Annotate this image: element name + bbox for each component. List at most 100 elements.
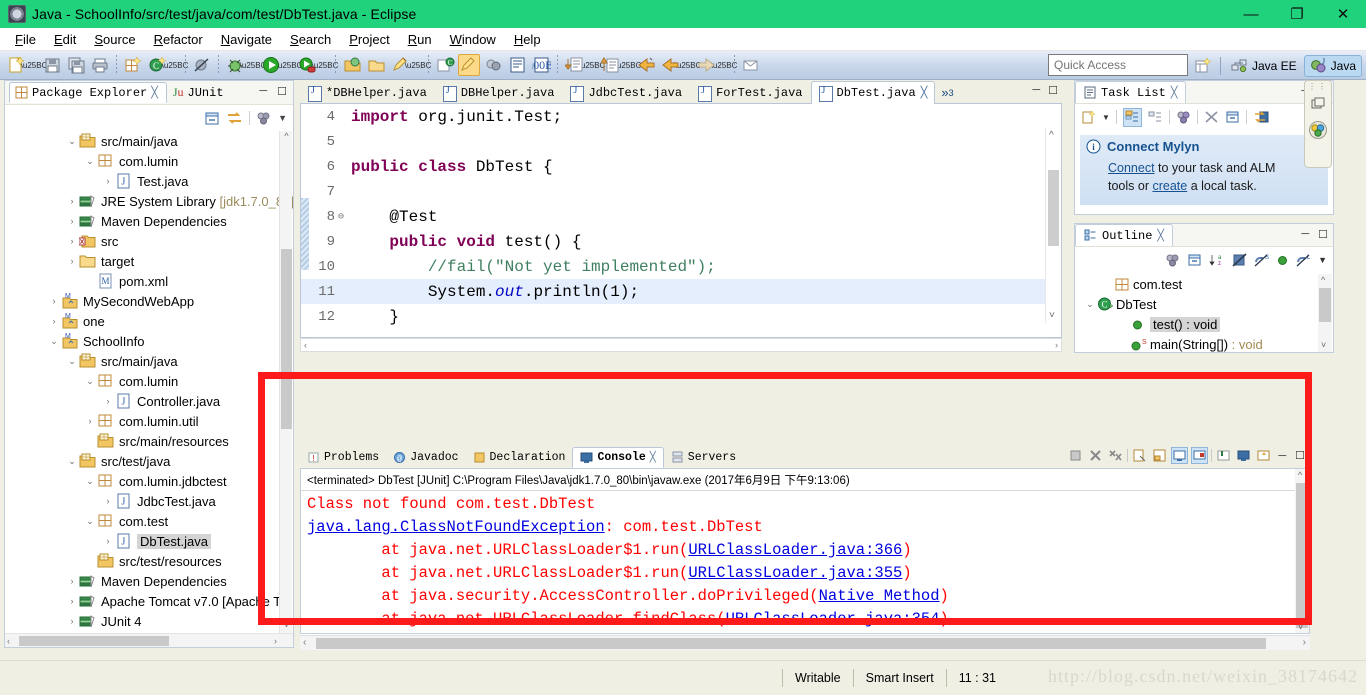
outline-item[interactable]: com.test	[1075, 274, 1333, 294]
editor-vscrollbar[interactable]: ^ ˅	[1045, 128, 1061, 323]
collapse-all-icon[interactable]	[1225, 110, 1240, 124]
new-wizard-dropdown-icon[interactable]: \u25BC	[21, 54, 48, 76]
view-menu-icon[interactable]	[256, 111, 272, 126]
run-icon[interactable]	[260, 54, 282, 76]
quick-access-input[interactable]	[1048, 54, 1188, 76]
code-lines[interactable]: 4 import org.junit.Test; 5 6 public class Db…	[301, 104, 1061, 329]
perspective-java[interactable]: J Java	[1303, 54, 1362, 77]
view-menu-down-icon[interactable]: ▼	[278, 113, 287, 123]
console-tab-problems[interactable]: ! Problems	[300, 447, 386, 468]
menu-item-run[interactable]: Run	[399, 30, 441, 49]
tree-item[interactable]: › JUnit 4	[5, 611, 293, 631]
open-perspective-icon[interactable]	[1192, 55, 1214, 77]
connect-link[interactable]: Connect	[1108, 161, 1155, 175]
expand-arrow-icon[interactable]: ⌄	[83, 516, 97, 527]
expand-arrow-icon[interactable]: ⌄	[83, 476, 97, 487]
expand-arrow-icon[interactable]: ›	[65, 596, 79, 606]
toggle-mark-occurrences-active-icon[interactable]	[458, 54, 480, 76]
tree-item[interactable]: ⌄ src/test/java	[5, 451, 293, 471]
collapse-all-icon[interactable]	[1187, 253, 1202, 267]
tree-item[interactable]: › M MySecondWebApp	[5, 291, 293, 311]
expand-arrow-icon[interactable]: ⌄	[83, 376, 97, 387]
console-tab-javadoc[interactable]: @ Javadoc	[386, 447, 465, 468]
mark-occurrences-dropdown-icon[interactable]: \u25BC	[405, 54, 432, 76]
last-edit-location-icon[interactable]	[635, 54, 657, 76]
print-icon[interactable]	[89, 54, 111, 76]
expand-arrow-icon[interactable]: ⌄	[65, 136, 79, 147]
scheduled-presentation-icon[interactable]	[1148, 110, 1163, 124]
expand-arrow-icon[interactable]: ›	[101, 176, 115, 186]
tree-item[interactable]: › Maven Dependencies	[5, 571, 293, 591]
menu-item-source[interactable]: Source	[85, 30, 144, 49]
run-external-tools-icon[interactable]	[296, 54, 318, 76]
view-menu-icon[interactable]	[1165, 253, 1180, 267]
tree-item[interactable]: › J JdbcTest.java	[5, 491, 293, 511]
close-icon[interactable]: ╳	[921, 86, 928, 100]
new-java-project-icon[interactable]: C	[434, 54, 456, 76]
tree-item[interactable]: ⌄ src/main/java	[5, 131, 293, 151]
expand-arrow-icon[interactable]: ›	[47, 296, 61, 306]
tree-item[interactable]: › com.lumin.util	[5, 411, 293, 431]
stack-trace-link[interactable]: URLClassLoader.java:366	[688, 541, 902, 559]
tree-item[interactable]: ⌄ com.lumin	[5, 371, 293, 391]
previous-annotation-dropdown-icon[interactable]: \u25BC	[615, 54, 642, 76]
package-explorer-tree[interactable]: ⌄ src/main/java ⌄ com.lumin › J Test.java › JRE …	[5, 131, 293, 633]
toggle-mark-occurrences-icon[interactable]	[389, 54, 411, 76]
menu-item-window[interactable]: Window	[441, 30, 505, 49]
maximize-editor-icon[interactable]: ☐	[1048, 84, 1058, 97]
menu-item-project[interactable]: Project	[340, 30, 398, 49]
previous-annotation-icon[interactable]	[599, 54, 621, 76]
open-type-icon[interactable]	[341, 54, 363, 76]
back-dropdown-icon[interactable]: \u25BC	[675, 54, 702, 76]
editor-tab-dbtestjava[interactable]: DbTest.java ╳	[810, 81, 936, 104]
view-menu-down-icon[interactable]: ▼	[1318, 255, 1327, 265]
console-tab-servers[interactable]: Servers	[664, 447, 743, 468]
categorized-presentation-icon[interactable]	[1122, 107, 1142, 127]
link-with-editor-icon[interactable]	[226, 111, 243, 126]
code-line[interactable]: 6 public class DbTest {	[301, 154, 1061, 179]
tree-item[interactable]: ⌄ com.test	[5, 511, 293, 531]
minimize-button[interactable]: —	[1228, 0, 1274, 28]
expand-arrow-icon[interactable]: ›	[65, 236, 79, 246]
new-task-icon[interactable]	[1081, 110, 1096, 125]
next-annotation-dropdown-icon[interactable]: \u25BC	[579, 54, 606, 76]
expand-arrow-icon[interactable]: ›	[65, 216, 79, 226]
forward-dropdown-icon[interactable]: \u25BC	[711, 54, 738, 76]
tab-junit[interactable]: Ju JUnit	[167, 82, 233, 103]
code-line[interactable]: 7	[301, 179, 1061, 204]
editor-tab-dbhelperjava[interactable]: *DBHelper.java	[300, 81, 435, 104]
close-button[interactable]: ✕	[1320, 0, 1366, 28]
minimize-editor-icon[interactable]: ─	[1032, 84, 1040, 97]
menu-item-refactor[interactable]: Refactor	[145, 30, 212, 49]
external-tools-dropdown-icon[interactable]: \u25BC	[312, 54, 339, 76]
close-icon[interactable]: ╳	[151, 86, 158, 100]
maximize-view-icon[interactable]: ☐	[277, 85, 287, 98]
console-tab-console[interactable]: Console ╳	[572, 447, 664, 468]
show-formatting-marks-icon[interactable]: \u00B6	[530, 54, 552, 76]
code-line[interactable]: 4 import org.junit.Test;	[301, 104, 1061, 129]
tree-item[interactable]: › Mone	[5, 311, 293, 331]
new-class-dropdown-icon[interactable]: \u25BC	[162, 54, 189, 76]
minimize-view-icon[interactable]: ─	[1301, 228, 1309, 241]
package-explorer-hscrollbar[interactable]: ‹ ›	[5, 633, 293, 647]
collapse-all-icon[interactable]	[204, 111, 220, 126]
expand-arrow-icon[interactable]: ›	[65, 576, 79, 586]
save-icon[interactable]	[41, 54, 63, 76]
drag-handle[interactable]: ⋮⋮	[1305, 81, 1331, 91]
expand-arrow-icon[interactable]: ⌄	[65, 456, 79, 467]
outline-item[interactable]: test() : void	[1075, 314, 1333, 334]
console-tab-declaration[interactable]: Declaration	[466, 447, 573, 468]
editor-hscrollbar[interactable]: ‹ ›	[300, 338, 1062, 352]
expand-arrow-icon[interactable]: ›	[47, 316, 61, 326]
debug-icon[interactable]	[224, 54, 246, 76]
tree-item[interactable]: ⌄ com.lumin	[5, 151, 293, 171]
show-source-quick-view-icon[interactable]	[506, 54, 528, 76]
tree-item[interactable]: › JRE System Library [jdk1.7.0_80]	[5, 191, 294, 211]
tree-item[interactable]: ⌄ src/main/java	[5, 351, 293, 371]
stack-trace-link[interactable]: URLClassLoader.java:355	[688, 564, 902, 582]
expand-arrow-icon[interactable]: ⌄	[83, 156, 97, 167]
sort-icon[interactable]: az	[1209, 253, 1225, 267]
maximize-view-icon[interactable]: ☐	[1318, 228, 1328, 241]
new-java-package-icon[interactable]	[122, 54, 144, 76]
new-java-class-icon[interactable]: C	[146, 54, 168, 76]
